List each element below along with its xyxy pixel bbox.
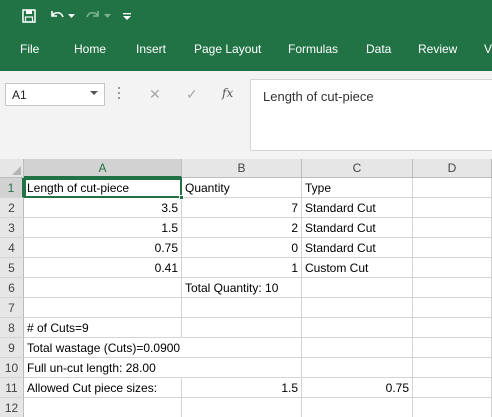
tab-formulas[interactable]: Formulas bbox=[288, 42, 338, 56]
cell-c6[interactable] bbox=[302, 278, 413, 298]
select-all-triangle-icon bbox=[12, 166, 21, 175]
cell-c8[interactable] bbox=[302, 318, 413, 338]
row-header-7[interactable]: 7 bbox=[0, 298, 24, 318]
column-header-b[interactable]: B bbox=[182, 159, 302, 178]
cell-a12[interactable] bbox=[24, 398, 182, 417]
cell-b6[interactable]: Total Quantity: 10 bbox=[182, 278, 302, 298]
cell-b12[interactable] bbox=[182, 398, 302, 417]
active-cell-border bbox=[24, 178, 184, 200]
row-header-3[interactable]: 3 bbox=[0, 218, 24, 238]
cell-b7[interactable] bbox=[182, 298, 302, 318]
title-bar bbox=[0, 0, 492, 33]
row-header-9[interactable]: 9 bbox=[0, 338, 24, 358]
cell-c3[interactable]: Standard Cut bbox=[302, 218, 413, 238]
cell-d9[interactable] bbox=[413, 338, 492, 358]
spreadsheet-grid[interactable]: A B C D 1 2 3 4 5 6 7 8 9 10 11 12 Lengt… bbox=[0, 159, 492, 417]
tab-data[interactable]: Data bbox=[366, 42, 391, 56]
tab-home[interactable]: Home bbox=[74, 42, 106, 56]
cell-c5[interactable]: Custom Cut bbox=[302, 258, 413, 278]
cell-b9[interactable] bbox=[182, 338, 302, 358]
cell-c12[interactable] bbox=[302, 398, 413, 417]
formula-bar-grip-icon[interactable] bbox=[118, 87, 121, 101]
name-box-value: A1 bbox=[12, 88, 27, 102]
cell-d7[interactable] bbox=[413, 298, 492, 318]
cell-a9[interactable]: Total wastage (Cuts)=0.0900 bbox=[24, 338, 182, 358]
fill-handle[interactable] bbox=[179, 195, 184, 200]
cell-d2[interactable] bbox=[413, 198, 492, 218]
cell-c10[interactable] bbox=[302, 358, 413, 378]
redo-dropdown-icon[interactable] bbox=[102, 6, 112, 26]
name-box-dropdown-icon[interactable] bbox=[90, 91, 98, 95]
cell-c7[interactable] bbox=[302, 298, 413, 318]
cell-d10[interactable] bbox=[413, 358, 492, 378]
formula-area: A1 ✕ ✓ fx Length of cut-piece bbox=[0, 71, 492, 159]
cell-d8[interactable] bbox=[413, 318, 492, 338]
row-header-6[interactable]: 6 bbox=[0, 278, 24, 298]
cell-d5[interactable] bbox=[413, 258, 492, 278]
insert-function-icon[interactable]: fx bbox=[222, 86, 233, 100]
tab-page-layout[interactable]: Page Layout bbox=[194, 42, 261, 56]
column-header-c[interactable]: C bbox=[302, 159, 413, 178]
cell-a2[interactable]: 3.5 bbox=[24, 198, 182, 218]
undo-dropdown-icon[interactable] bbox=[66, 6, 76, 26]
cell-d4[interactable] bbox=[413, 238, 492, 258]
select-all-button[interactable] bbox=[0, 159, 24, 178]
cell-c11[interactable]: 0.75 bbox=[302, 378, 413, 398]
column-header-a[interactable]: A bbox=[24, 159, 182, 178]
cell-b5[interactable]: 1 bbox=[182, 258, 302, 278]
row-header-12[interactable]: 12 bbox=[0, 398, 24, 417]
cell-b3[interactable]: 2 bbox=[182, 218, 302, 238]
cell-a6[interactable] bbox=[24, 278, 182, 298]
cell-a5[interactable]: 0.41 bbox=[24, 258, 182, 278]
cell-d12[interactable] bbox=[413, 398, 492, 417]
redo-icon[interactable] bbox=[84, 6, 102, 26]
cell-c4[interactable]: Standard Cut bbox=[302, 238, 413, 258]
cell-d3[interactable] bbox=[413, 218, 492, 238]
row-header-10[interactable]: 10 bbox=[0, 358, 24, 378]
tab-file[interactable]: File bbox=[20, 42, 39, 56]
cancel-icon[interactable]: ✕ bbox=[149, 86, 161, 103]
ribbon-tabs: File Home Insert Page Layout Formulas Da… bbox=[0, 33, 492, 71]
row-header-11[interactable]: 11 bbox=[0, 378, 24, 398]
customize-qat-icon[interactable] bbox=[121, 6, 133, 26]
cell-c1[interactable]: Type bbox=[302, 178, 413, 198]
cell-b11[interactable]: 1.5 bbox=[182, 378, 302, 398]
cell-a7[interactable] bbox=[24, 298, 182, 318]
enter-icon[interactable]: ✓ bbox=[186, 86, 198, 103]
cell-d11[interactable] bbox=[413, 378, 492, 398]
save-icon[interactable] bbox=[20, 6, 38, 26]
cell-d6[interactable] bbox=[413, 278, 492, 298]
cell-a8[interactable]: # of Cuts=9 bbox=[24, 318, 182, 338]
cell-b10[interactable] bbox=[182, 358, 302, 378]
tab-view[interactable]: V bbox=[484, 42, 492, 56]
cell-c9[interactable] bbox=[302, 338, 413, 358]
cell-a10[interactable]: Full un-cut length: 28.00 bbox=[24, 358, 182, 378]
cell-d1[interactable] bbox=[413, 178, 492, 198]
column-header-d[interactable]: D bbox=[413, 159, 492, 178]
cell-b4[interactable]: 0 bbox=[182, 238, 302, 258]
row-header-4[interactable]: 4 bbox=[0, 238, 24, 258]
cell-b2[interactable]: 7 bbox=[182, 198, 302, 218]
tab-review[interactable]: Review bbox=[418, 42, 457, 56]
cell-a11[interactable]: Allowed Cut piece sizes: bbox=[24, 378, 182, 398]
row-header-5[interactable]: 5 bbox=[0, 258, 24, 278]
row-header-1[interactable]: 1 bbox=[0, 178, 24, 198]
cell-a4[interactable]: 0.75 bbox=[24, 238, 182, 258]
cell-b1[interactable]: Quantity bbox=[182, 178, 302, 198]
cell-b8[interactable] bbox=[182, 318, 302, 338]
cell-a3[interactable]: 1.5 bbox=[24, 218, 182, 238]
cell-c2[interactable]: Standard Cut bbox=[302, 198, 413, 218]
undo-icon[interactable] bbox=[48, 6, 66, 26]
row-header-2[interactable]: 2 bbox=[0, 198, 24, 218]
tab-insert[interactable]: Insert bbox=[136, 42, 166, 56]
formula-content: Length of cut-piece bbox=[263, 89, 374, 104]
formula-input[interactable]: Length of cut-piece bbox=[250, 79, 492, 151]
row-header-8[interactable]: 8 bbox=[0, 318, 24, 338]
